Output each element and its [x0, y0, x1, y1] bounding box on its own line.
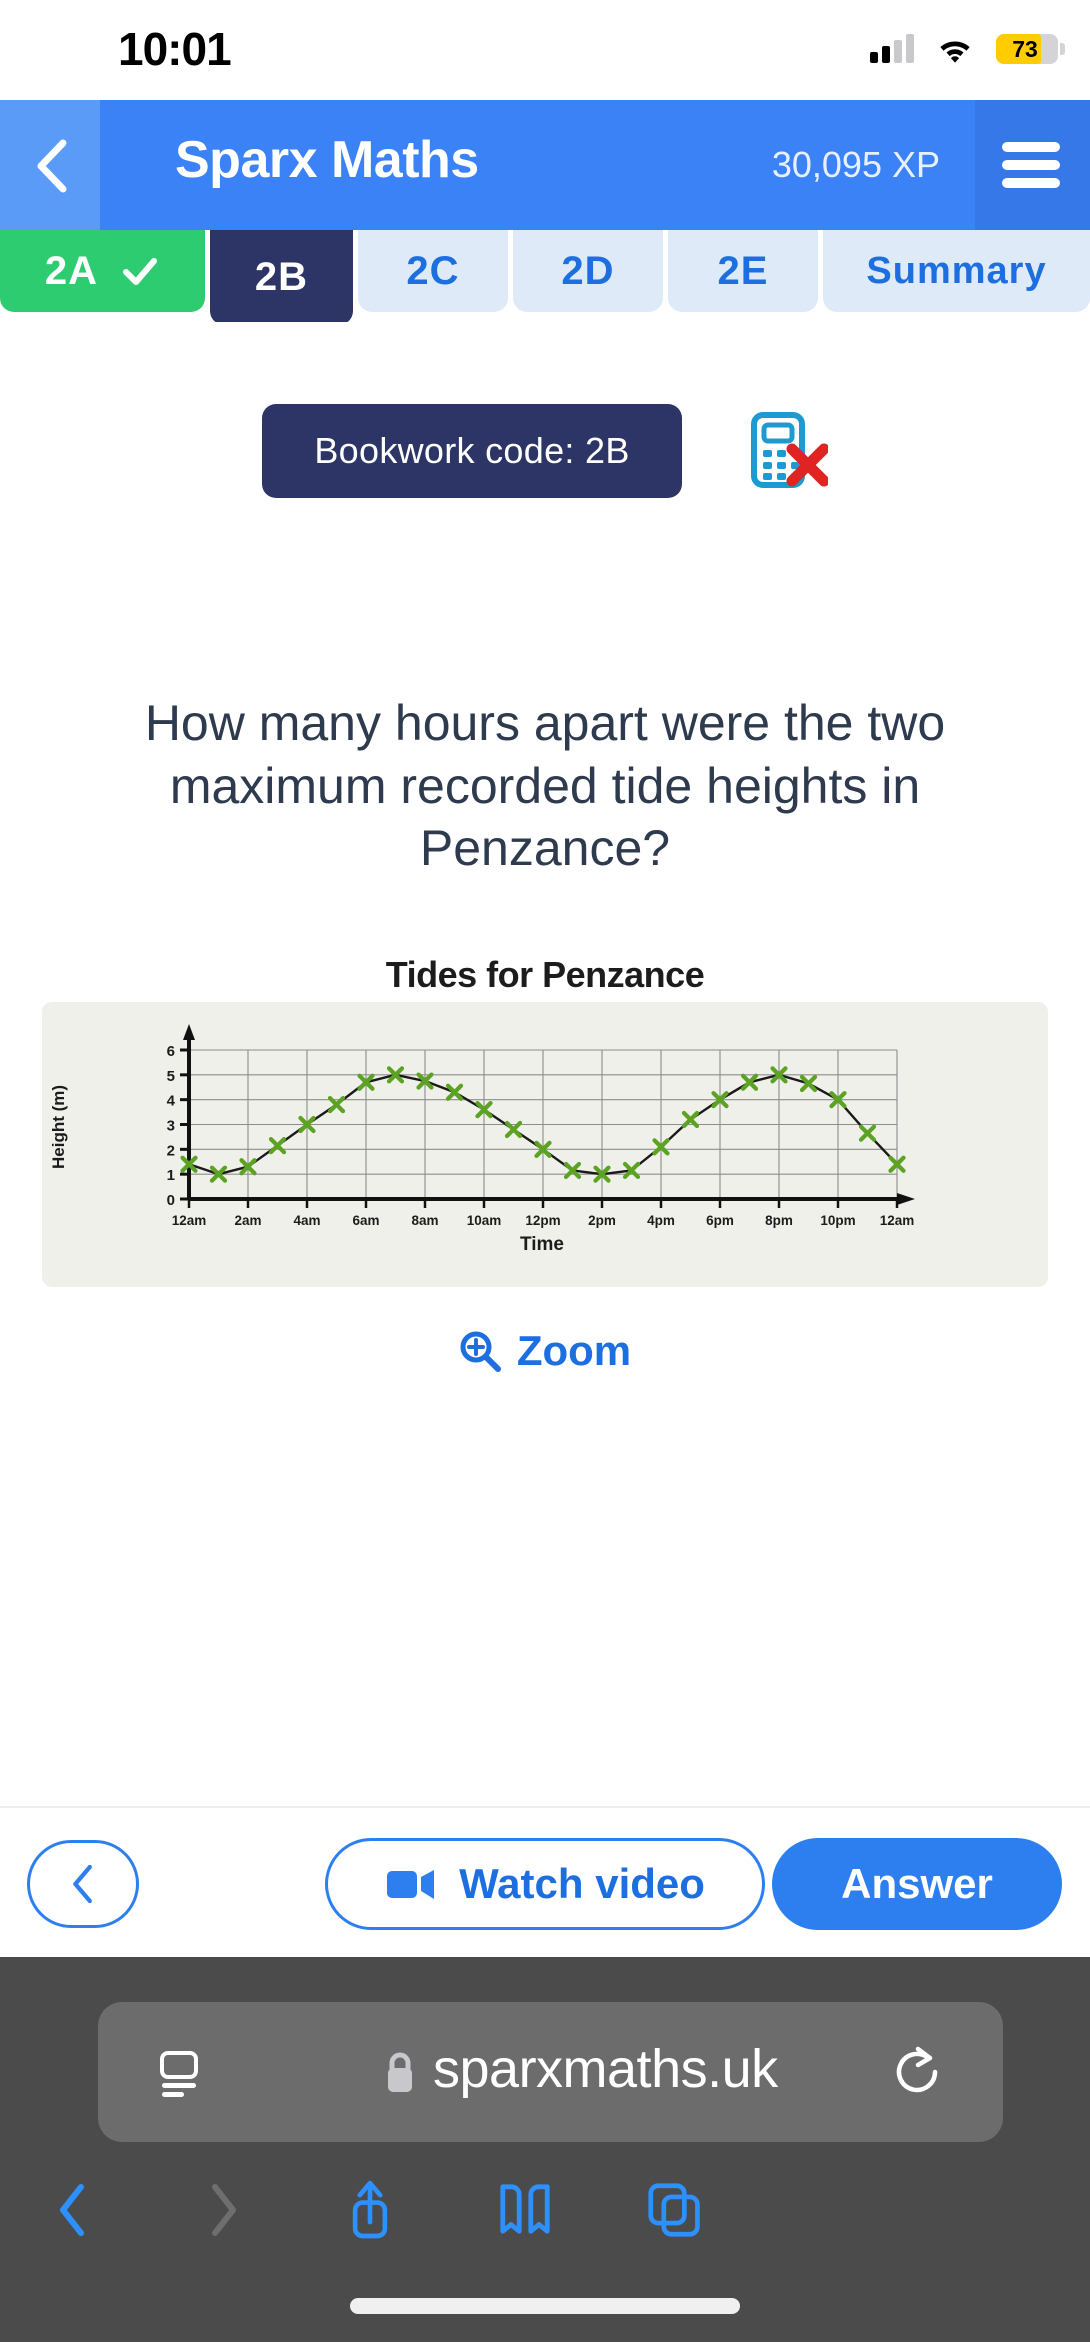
- battery-percent-label: 73: [1012, 35, 1038, 62]
- chevron-left-icon: [73, 1864, 92, 1904]
- question-action-bar: Watch video Answer: [0, 1806, 1090, 1957]
- hamburger-menu-icon[interactable]: [1002, 142, 1060, 188]
- browser-forward-button[interactable]: [178, 2165, 268, 2255]
- tab-2d-label: 2D: [561, 248, 615, 293]
- tab-2a-label: 2A: [44, 248, 99, 293]
- question-text: How many hours apart were the two maximu…: [144, 695, 946, 876]
- header-back-button[interactable]: [30, 138, 74, 194]
- video-camera-icon: [385, 1866, 437, 1902]
- svg-text:10am: 10am: [467, 1213, 502, 1228]
- tabs-icon: [648, 2183, 700, 2237]
- svg-text:0: 0: [167, 1192, 175, 1209]
- app-title: Sparx Maths: [175, 131, 479, 189]
- tab-2c[interactable]: 2C: [358, 230, 508, 312]
- bookwork-row: Bookwork code: 2B: [0, 404, 1090, 498]
- svg-text:1: 1: [167, 1167, 175, 1184]
- svg-text:6: 6: [167, 1043, 175, 1060]
- svg-text:6pm: 6pm: [706, 1213, 734, 1228]
- svg-text:12am: 12am: [880, 1213, 915, 1228]
- browser-share-button[interactable]: [325, 2165, 415, 2255]
- svg-text:6am: 6am: [352, 1213, 379, 1228]
- back-icon: [60, 2184, 84, 2236]
- previous-question-button[interactable]: [27, 1840, 139, 1928]
- tab-summary[interactable]: Summary: [823, 230, 1090, 312]
- browser-back-button[interactable]: [28, 2165, 118, 2255]
- ios-status-bar: 10:01 73: [0, 0, 1090, 100]
- wifi-icon: [936, 35, 974, 63]
- tab-summary-label: Summary: [866, 249, 1047, 292]
- chart-svg: 0 1 2 3 4 5 6 12am 2am 4am 6am 8am 10am 12pm 2pm 4pm 6p…: [49, 1024, 915, 1255]
- forward-icon: [212, 2184, 236, 2236]
- bookwork-code-badge: Bookwork code: 2B: [262, 404, 682, 498]
- safari-address-bar[interactable]: sparxmaths.uk: [98, 2002, 1003, 2142]
- status-bar-clock: 10:01: [118, 23, 232, 75]
- bookmarks-icon: [500, 2184, 550, 2234]
- watch-video-label: Watch video: [459, 1860, 705, 1907]
- zoom-chart-button[interactable]: Zoom: [0, 1327, 1090, 1375]
- svg-text:4: 4: [167, 1093, 176, 1110]
- svg-text:3: 3: [167, 1118, 175, 1135]
- tab-2a[interactable]: 2A: [0, 230, 205, 312]
- svg-text:8pm: 8pm: [765, 1213, 793, 1228]
- battery-icon: 73: [996, 34, 1065, 64]
- tab-2b-label: 2B: [254, 255, 309, 299]
- answer-button[interactable]: Answer: [772, 1838, 1062, 1930]
- tab-2b[interactable]: 2B: [210, 230, 353, 325]
- url-text: sparxmaths.uk: [433, 2039, 778, 2099]
- svg-text:2pm: 2pm: [588, 1213, 616, 1228]
- browser-bookmarks-button[interactable]: [480, 2165, 570, 2255]
- tab-2d[interactable]: 2D: [513, 230, 663, 312]
- svg-text:12pm: 12pm: [525, 1213, 560, 1228]
- svg-text:10pm: 10pm: [820, 1213, 855, 1228]
- tides-line-chart: 0 1 2 3 4 5 6 12am 2am 4am 6am 8am 10am 12pm 2pm 4pm 6p…: [42, 1002, 1048, 1287]
- watch-video-button[interactable]: Watch video: [325, 1838, 765, 1930]
- browser-tabs-button[interactable]: [630, 2165, 720, 2255]
- reload-icon[interactable]: [891, 2046, 943, 2098]
- answer-label: Answer: [841, 1860, 993, 1907]
- tab-2c-label: 2C: [406, 248, 460, 293]
- svg-text:4am: 4am: [293, 1213, 320, 1228]
- calculator-not-allowed-icon: [744, 409, 830, 493]
- home-indicator: [350, 2298, 740, 2314]
- cellular-signal-icon: [870, 34, 914, 63]
- chart-title: Tides for Penzance: [385, 954, 705, 995]
- safari-browser-chrome: sparxmaths.uk: [0, 1957, 1090, 2342]
- svg-text:8am: 8am: [411, 1213, 438, 1228]
- svg-text:5: 5: [167, 1068, 175, 1085]
- lock-icon: [383, 2049, 417, 2097]
- svg-text:Time: Time: [520, 1234, 564, 1255]
- tab-2e-label: 2E: [717, 248, 769, 293]
- aa-page-settings-icon[interactable]: [154, 2050, 212, 2098]
- task-tab-bar: 2A 2B 2C 2D 2E Summary: [0, 230, 1090, 325]
- svg-text:Height (m): Height (m): [49, 1085, 68, 1169]
- status-bar-indicators: 73: [870, 26, 1065, 72]
- phone-screen: 10:01 73 Sparx Maths 30,095 XP 2A 2B 2C …: [0, 0, 1090, 2342]
- question-content-area: Bookwork code: 2B How many hours apart w…: [0, 322, 1090, 1806]
- zoom-in-magnifier-icon: [459, 1330, 501, 1372]
- svg-text:2: 2: [167, 1142, 175, 1159]
- safari-toolbar: [0, 2157, 1090, 2267]
- svg-text:4pm: 4pm: [647, 1213, 675, 1228]
- svg-text:12am: 12am: [172, 1213, 207, 1228]
- share-icon: [352, 2180, 388, 2239]
- check-icon: [120, 251, 160, 291]
- zoom-label: Zoom: [516, 1327, 632, 1374]
- tab-2e[interactable]: 2E: [668, 230, 818, 312]
- app-header: Sparx Maths 30,095 XP: [0, 100, 1090, 230]
- svg-text:2am: 2am: [234, 1213, 261, 1228]
- xp-label: 30,095 XP: [771, 144, 940, 185]
